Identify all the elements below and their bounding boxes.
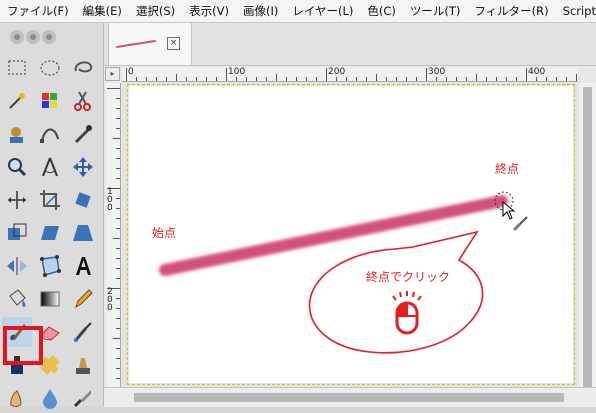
bubble-text: 終点でクリック — [366, 270, 451, 284]
speech-bubble — [308, 230, 484, 354]
end-label: 終点 — [495, 162, 520, 176]
start-label: 始点 — [152, 226, 177, 240]
arrow-cursor-icon — [502, 200, 516, 220]
brush-cursor-icon — [513, 216, 528, 231]
annotation-overlay — [159, 191, 528, 354]
